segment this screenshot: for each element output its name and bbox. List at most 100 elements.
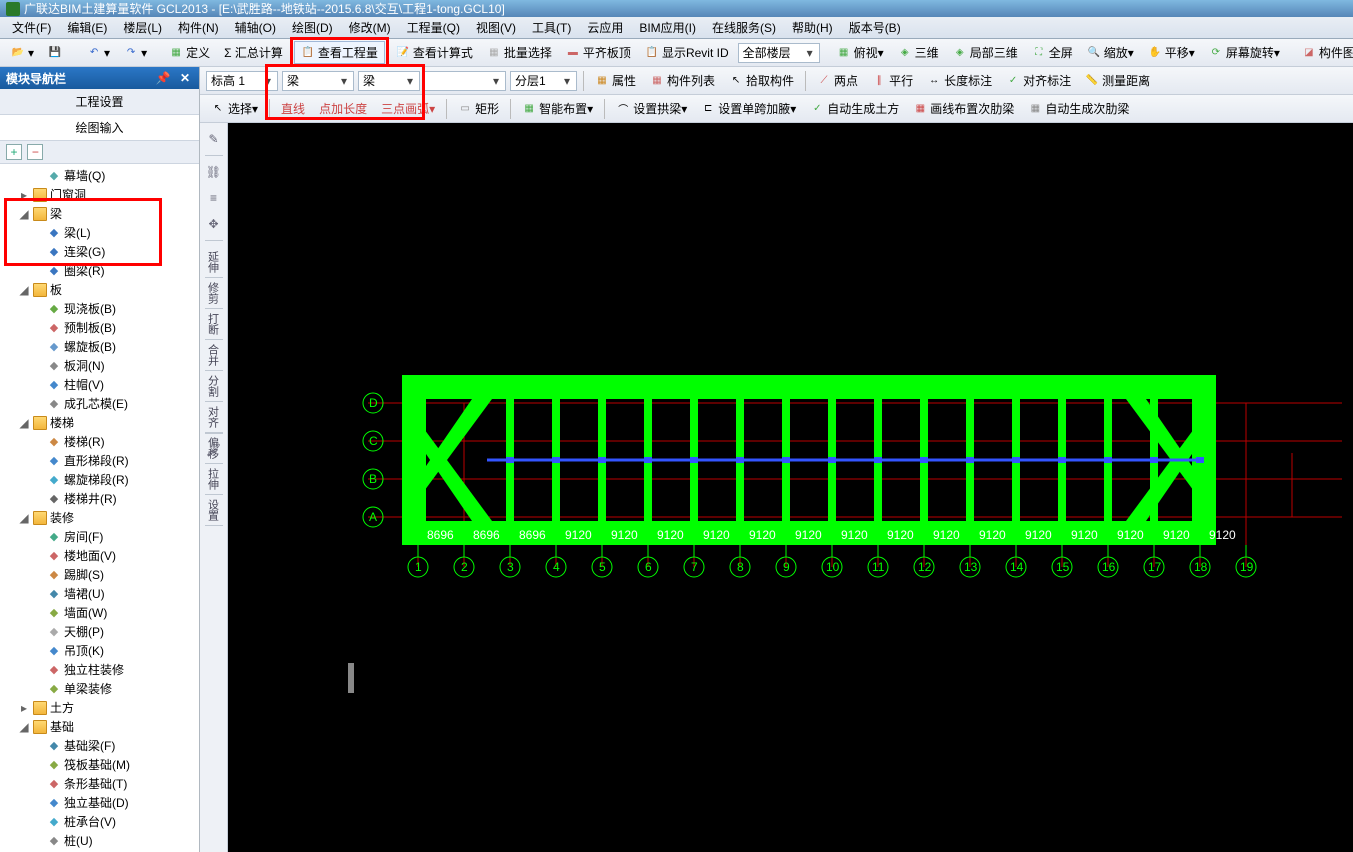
menu-item[interactable]: 帮助(H) [784,17,841,38]
pick-component-button[interactable]: ↖拾取构件 [722,69,801,92]
tree-leaf[interactable]: ◆圈梁(R) [0,261,199,280]
eyedropper-icon[interactable]: ✎ [204,129,224,149]
tree-folder[interactable]: ◢基础 [0,717,199,736]
component-display-button[interactable]: ◪构件图元显... [1295,41,1353,64]
side-tool[interactable]: 打断 [205,309,221,339]
tree-folder[interactable]: ▸门窗洞 [0,185,199,204]
tree-leaf[interactable]: ◆柱帽(V) [0,375,199,394]
menu-item[interactable]: 工程量(Q) [399,17,468,38]
show-revit-id-button[interactable]: 📋显示Revit ID [638,41,736,64]
type-select[interactable]: ▾ [358,71,420,91]
rect-tool-button[interactable]: ▭矩形 [451,97,506,120]
nav-close-icon[interactable]: ✕ [177,71,193,85]
nav-tab-settings[interactable]: 工程设置 [0,89,199,115]
nav-tab-drawing[interactable]: 绘图输入 [0,115,199,141]
tree-leaf[interactable]: ◆梁(L) [0,223,199,242]
smart-arrange-button[interactable]: ▦智能布置▾ [515,97,600,120]
tree-leaf[interactable]: ◆房间(F) [0,527,199,546]
pan-button[interactable]: ✋平移▾ [1141,41,1202,64]
side-tool[interactable]: 设置 [205,495,221,525]
auto-earth-button[interactable]: ✓自动生成土方 [803,97,906,120]
view-formula-button[interactable]: 📝查看计算式 [389,41,480,64]
local-3d-button[interactable]: ◈局部三维 [946,41,1025,64]
select-tool-button[interactable]: ↖选择▾ [204,97,265,120]
menu-item[interactable]: 在线服务(S) [704,17,784,38]
tree-leaf[interactable]: ◆连梁(G) [0,242,199,261]
tree-leaf[interactable]: ◆幕墙(Q) [0,166,199,185]
two-point-button[interactable]: ⟋两点 [810,69,865,92]
3d-view-button[interactable]: ◈三维 [891,41,946,64]
menu-item[interactable]: 版本号(B) [841,17,909,38]
menu-item[interactable]: 编辑(E) [59,17,115,38]
menu-item[interactable]: 构件(N) [170,17,227,38]
link-icon[interactable]: ⛓ [204,162,224,182]
menu-item[interactable]: 工具(T) [524,17,579,38]
tree-leaf[interactable]: ◆直形梯段(R) [0,451,199,470]
align-dim-button[interactable]: ✓对齐标注 [999,69,1078,92]
nav-expand-button[interactable]: + [6,144,22,160]
side-tool[interactable]: 对齐 [205,402,221,432]
menu-item[interactable]: 绘图(D) [284,17,341,38]
layer-select[interactable]: ▾ [510,71,577,91]
tree-leaf[interactable]: ◆筏板基础(M) [0,755,199,774]
category-select[interactable]: ▾ [282,71,354,91]
drawing-canvas[interactable]: DCBA123456789101112131415161718198696869… [228,123,1353,852]
menu-item[interactable]: 视图(V) [468,17,524,38]
attributes-button[interactable]: ▦属性 [588,69,643,92]
measure-button[interactable]: 📏测量距离 [1078,69,1157,92]
side-tool[interactable]: 拉伸 [205,464,221,494]
sum-calc-button[interactable]: Σ 汇总计算 [217,41,290,64]
tree-leaf[interactable]: ◆单梁装修 [0,679,199,698]
tree-leaf[interactable]: ◆条形基础(T) [0,774,199,793]
tree-folder[interactable]: ▸土方 [0,698,199,717]
ortho-view-button[interactable]: ▦俯视▾ [830,41,891,64]
tree-leaf[interactable]: ◆独立柱装修 [0,660,199,679]
component-select[interactable]: ▾ [424,71,506,91]
floor-select[interactable]: ▾ [738,43,820,63]
side-tool[interactable]: 延伸 [205,247,221,277]
undo-button[interactable]: ↶▾ [80,43,117,63]
tree-leaf[interactable]: ◆现浇板(B) [0,299,199,318]
nav-collapse-button[interactable]: − [27,144,43,160]
tree-folder[interactable]: ◢板 [0,280,199,299]
fullscreen-button[interactable]: ⛶全屏 [1025,41,1080,64]
menu-item[interactable]: 楼层(L) [115,17,170,38]
open-button[interactable]: 📂▾ [4,43,41,63]
point-length-button[interactable]: 点加长度 [312,97,374,120]
nav-pin-icon[interactable]: 📌 [153,71,174,85]
tree-leaf[interactable]: ◆预制板(B) [0,318,199,337]
menu-item[interactable]: 文件(F) [4,17,59,38]
parallel-button[interactable]: ∥平行 [865,69,920,92]
level-select[interactable]: ▾ [206,71,278,91]
side-tool[interactable]: 合并 [205,340,221,370]
tree-leaf[interactable]: ◆成孔芯模(E) [0,394,199,413]
tree-leaf[interactable]: ◆螺旋板(B) [0,337,199,356]
tree-leaf[interactable]: ◆基础梁(F) [0,736,199,755]
define-button[interactable]: ▦定义 [162,41,217,64]
ruler-icon[interactable]: ≡ [204,188,224,208]
view-quantity-button[interactable]: 📋查看工程量 [294,41,385,64]
zoom-button[interactable]: 🔍缩放▾ [1080,41,1141,64]
brush-icon[interactable]: 🖌 [204,440,224,460]
tree-folder[interactable]: ◢楼梯 [0,413,199,432]
redo-button[interactable]: ↷▾ [117,43,154,63]
tree-leaf[interactable]: ◆吊顶(K) [0,641,199,660]
set-span-button[interactable]: ⊏设置单跨加腋▾ [694,97,803,120]
length-dim-button[interactable]: ↔长度标注 [920,69,999,92]
tree-leaf[interactable]: ◆板洞(N) [0,356,199,375]
menu-item[interactable]: 云应用 [579,17,631,38]
screen-rotate-button[interactable]: ⟳屏幕旋转▾ [1202,41,1287,64]
side-tool[interactable]: 分割 [205,371,221,401]
menu-item[interactable]: BIM应用(I) [631,17,704,38]
tree-leaf[interactable]: ◆桩(U) [0,831,199,850]
tree-folder[interactable]: ◢装修 [0,508,199,527]
tree-leaf[interactable]: ◆踢脚(S) [0,565,199,584]
tree-leaf[interactable]: ◆楼梯(R) [0,432,199,451]
tree-leaf[interactable]: ◆墙面(W) [0,603,199,622]
tree-leaf[interactable]: ◆楼梯井(R) [0,489,199,508]
component-list-button[interactable]: ▦构件列表 [643,69,722,92]
batch-select-button[interactable]: ▦批量选择 [480,41,559,64]
tree-leaf[interactable]: ◆桩承台(V) [0,812,199,831]
save-button[interactable]: 💾 [41,43,72,63]
move-icon[interactable]: ✥ [204,214,224,234]
